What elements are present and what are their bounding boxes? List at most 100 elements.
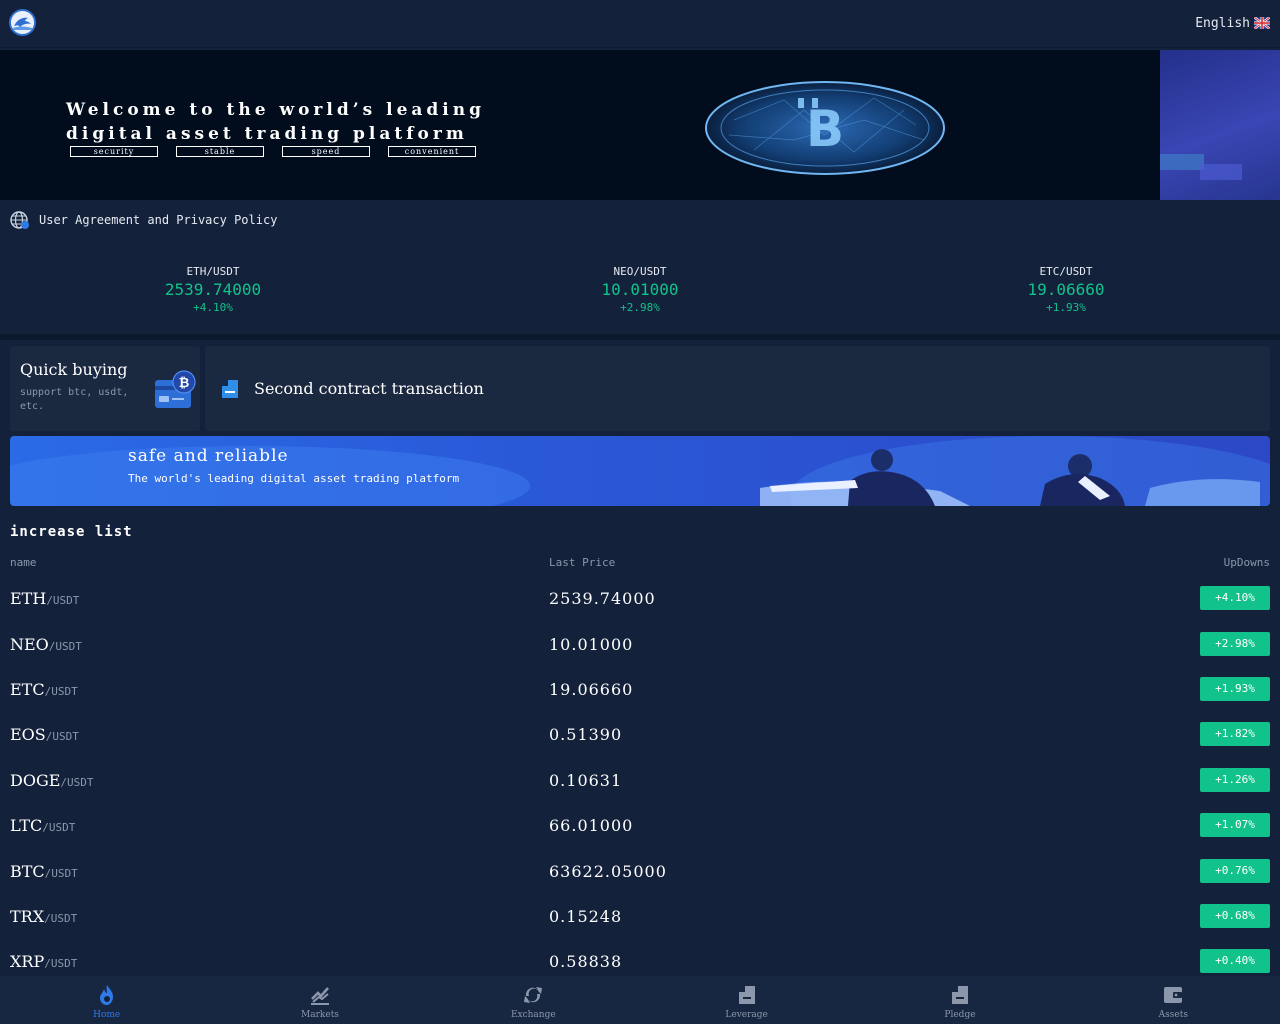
- pledge-icon: [951, 986, 968, 1004]
- card-bitcoin-icon: ₿: [155, 370, 196, 408]
- pair-quote: /USDT: [44, 912, 78, 925]
- second-contract-card[interactable]: Second contract transaction: [205, 346, 1270, 431]
- ticker-eth[interactable]: ETH/USDT 2539.74000 +4.10%: [113, 264, 313, 316]
- nav-label: Home: [93, 1010, 121, 1020]
- quick-buying-card[interactable]: Quick buying support btc, usdt, etc. ₿: [10, 346, 200, 431]
- last-price: 0.15248: [549, 907, 623, 926]
- change-badge: +0.76%: [1200, 859, 1270, 883]
- last-price: 10.01000: [549, 635, 634, 654]
- bottom-nav: Home Markets Exchange Leverage Pledge As…: [0, 976, 1280, 1024]
- ticker-pair: ETC/USDT: [1039, 265, 1093, 278]
- nav-label: Pledge: [944, 1010, 976, 1020]
- nav-item-exchange[interactable]: Exchange: [427, 976, 640, 1024]
- banner-title-line2: digital asset trading platform: [66, 124, 468, 144]
- increase-list-title: increase list: [10, 524, 133, 540]
- pair-symbol: NEO/USDT: [10, 635, 82, 654]
- table-row[interactable]: DOGE/USDT 0.10631 +1.26%: [0, 768, 1280, 813]
- pair-symbol: ETC/USDT: [10, 680, 78, 699]
- change-badge: +1.07%: [1200, 813, 1270, 837]
- ticker-pair: NEO/USDT: [613, 265, 667, 278]
- table-row[interactable]: ETH/USDT 2539.74000 +4.10%: [0, 586, 1280, 631]
- column-header-name: name: [10, 556, 37, 569]
- last-price: 0.58838: [549, 952, 623, 971]
- pair-symbol: BTC/USDT: [10, 862, 78, 881]
- document-icon: [222, 379, 238, 398]
- banner-title: Welcome to the world’s leading digital a…: [66, 98, 536, 146]
- ticker-price: 19.06660: [1027, 280, 1105, 299]
- ticker-price: 10.01000: [601, 280, 679, 299]
- table-row[interactable]: LTC/USDT 66.01000 +1.07%: [0, 813, 1280, 858]
- banner-tag-convenient: convenient: [388, 146, 476, 157]
- last-price: 63622.05000: [549, 862, 667, 881]
- change-badge: +1.93%: [1200, 677, 1270, 701]
- exchange-icon: [524, 987, 543, 1003]
- language-label: English: [1195, 15, 1250, 31]
- nav-item-assets[interactable]: Assets: [1067, 976, 1280, 1024]
- pair-quote: /USDT: [45, 730, 79, 743]
- dolphin-logo-icon[interactable]: [9, 9, 36, 36]
- quick-buying-subtitle: support btc, usdt, etc.: [20, 387, 129, 412]
- pair-quote: /USDT: [60, 776, 94, 789]
- last-price: 66.01000: [549, 816, 634, 835]
- last-price: 0.10631: [549, 771, 623, 790]
- banner-title-line1: Welcome to the world’s leading: [66, 100, 486, 120]
- pair-base: TRX: [10, 907, 45, 926]
- ticker-change: +4.10%: [193, 301, 233, 314]
- ticker-price: 2539.74000: [164, 280, 262, 299]
- uk-flag-icon: [1254, 17, 1270, 29]
- change-badge: +4.10%: [1200, 586, 1270, 610]
- pair-base: ETH: [10, 589, 47, 608]
- svg-text:B: B: [806, 100, 844, 158]
- change-badge: +2.98%: [1200, 632, 1270, 656]
- globe-icon: [10, 211, 29, 229]
- table-row[interactable]: ETC/USDT 19.06660 +1.93%: [0, 677, 1280, 722]
- people-illustration-icon: [760, 436, 1270, 506]
- leverage-icon: [738, 986, 755, 1004]
- last-price: 0.51390: [549, 725, 623, 744]
- table-row[interactable]: TRX/USDT 0.15248 +0.68%: [0, 904, 1280, 949]
- pair-quote: /USDT: [44, 957, 78, 970]
- ticker-neo[interactable]: NEO/USDT 10.01000 +2.98%: [540, 264, 740, 316]
- second-contract-label: Second contract transaction: [254, 379, 484, 398]
- pair-base: DOGE: [10, 771, 61, 790]
- pair-symbol: ETH/USDT: [10, 589, 79, 608]
- safe-reliable-banner[interactable]: safe and reliable The world's leading di…: [10, 436, 1270, 506]
- table-row[interactable]: NEO/USDT 10.01000 +2.98%: [0, 632, 1280, 677]
- quick-buying-title: Quick buying: [20, 360, 128, 379]
- ticker-etc[interactable]: ETC/USDT 19.06660 +1.93%: [966, 264, 1166, 316]
- nav-item-markets[interactable]: Markets: [213, 976, 426, 1024]
- notice-bar: User Agreement and Privacy Policy: [0, 200, 1280, 240]
- table-row[interactable]: EOS/USDT 0.51390 +1.82%: [0, 722, 1280, 767]
- pair-base: NEO: [10, 635, 49, 654]
- nav-item-leverage[interactable]: Leverage: [640, 976, 853, 1024]
- language-selector[interactable]: English: [1195, 14, 1270, 32]
- pair-quote: /USDT: [42, 821, 76, 834]
- flame-icon: [99, 985, 113, 1005]
- promo-banner-carousel[interactable]: Welcome to the world’s leading digital a…: [0, 50, 1280, 200]
- pair-base: LTC: [10, 816, 43, 835]
- change-badge: +1.26%: [1200, 768, 1270, 792]
- banner-tag-stable: stable: [176, 146, 264, 157]
- bitcoin-coin-icon: B: [705, 81, 945, 175]
- pair-symbol: EOS/USDT: [10, 725, 79, 744]
- ticker-pair: ETH/USDT: [186, 265, 240, 278]
- user-agreement-link[interactable]: User Agreement and Privacy Policy: [39, 213, 277, 227]
- pair-symbol: DOGE/USDT: [10, 771, 94, 790]
- ticker-strip: ETH/USDT 2539.74000 +4.10% NEO/USDT 10.0…: [0, 240, 1280, 340]
- table-row[interactable]: BTC/USDT 63622.05000 +0.76%: [0, 859, 1280, 904]
- pair-base: ETC: [10, 680, 45, 699]
- banner-tag-security: security: [70, 146, 158, 157]
- nav-label: Assets: [1158, 1010, 1188, 1020]
- safe-banner-subtitle: The world's leading digital asset tradin…: [128, 472, 460, 485]
- pair-quote: /USDT: [46, 594, 80, 607]
- table-row[interactable]: XRP/USDT 0.58838 +0.40%: [0, 949, 1280, 976]
- next-slide-preview: [1160, 50, 1280, 200]
- increase-list: increase list name Last Price UpDowns ET…: [0, 514, 1280, 976]
- last-price: 2539.74000: [549, 589, 656, 608]
- nav-label: Leverage: [725, 1010, 768, 1020]
- nav-item-home[interactable]: Home: [0, 976, 213, 1024]
- safe-banner-title: safe and reliable: [128, 446, 289, 466]
- pair-base: XRP: [10, 952, 45, 971]
- nav-label: Markets: [301, 1010, 339, 1020]
- nav-item-pledge[interactable]: Pledge: [853, 976, 1066, 1024]
